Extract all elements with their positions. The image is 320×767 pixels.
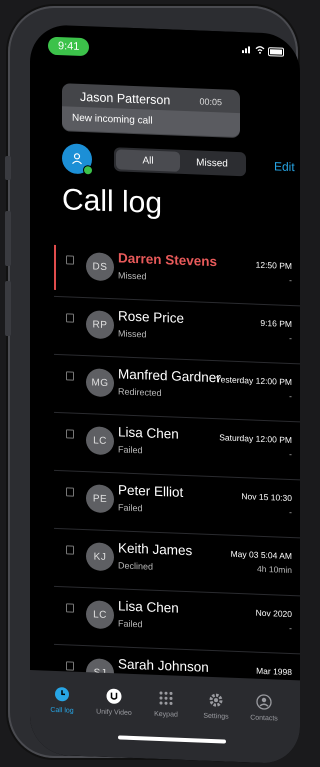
tab-settings[interactable]: Settings [194, 690, 238, 721]
contact-avatar: DS [86, 252, 114, 282]
unify-video-icon [105, 687, 123, 706]
call-row[interactable]: RP Rose Price Missed 9:16 PM - [54, 296, 300, 365]
battery-icon [268, 46, 284, 57]
banner-message: New incoming call [62, 106, 240, 138]
contact-name: Peter Elliot [118, 482, 184, 500]
status-bar: 9:41 [48, 25, 284, 66]
select-checkbox[interactable] [66, 255, 74, 265]
tab-label: Call log [50, 706, 74, 715]
tab-label: Keypad [154, 710, 178, 719]
contact-name: Rose Price [118, 308, 185, 326]
call-time: Yesterday 12:00 PM [215, 374, 292, 388]
wifi-icon [255, 46, 265, 56]
contact-avatar: LC [86, 426, 114, 456]
side-button-mute [5, 156, 11, 180]
call-time: Mar 1998 [256, 665, 292, 678]
tab-label: Contacts [250, 714, 278, 723]
call-row[interactable]: LC Lisa Chen Failed Saturday 12:00 PM - [54, 412, 300, 481]
contact-avatar: RP [86, 310, 114, 340]
status-time: 9:41 [48, 36, 90, 57]
select-checkbox[interactable] [66, 371, 74, 381]
select-checkbox[interactable] [66, 487, 74, 497]
home-indicator [118, 735, 226, 744]
contact-name: Lisa Chen [118, 598, 179, 616]
call-duration: - [289, 332, 292, 344]
call-status: Failed [118, 502, 143, 514]
call-status: Missed [118, 270, 147, 282]
contact-avatar: PE [86, 484, 114, 514]
call-status: Failed [118, 618, 143, 630]
call-time: Nov 15 10:30 [241, 491, 292, 504]
side-button-volume-up [5, 211, 11, 266]
call-row[interactable]: KJ Keith James Declined May 03 5:04 AM 4… [54, 528, 300, 597]
call-row[interactable]: LC Lisa Chen Failed Nov 2020 - [54, 586, 300, 655]
call-time: Nov 2020 [255, 607, 292, 620]
call-row[interactable]: PE Peter Elliot Failed Nov 15 10:30 - [54, 470, 300, 539]
screen: 9:41 Jason Patterson 00:05 New incoming … [30, 24, 300, 765]
signal-icon [242, 45, 252, 55]
contact-avatar: KJ [86, 542, 114, 572]
tab-call-log[interactable]: Call log [40, 684, 84, 715]
my-avatar[interactable] [62, 143, 93, 176]
tab-unify-video[interactable]: Unify Video [92, 686, 136, 717]
notch [120, 25, 240, 59]
call-status: Failed [118, 444, 143, 456]
contact-name: Keith James [118, 540, 193, 559]
banner-duration: 00:05 [199, 96, 222, 108]
call-duration: - [289, 274, 292, 286]
contact-avatar: LC [86, 600, 114, 630]
side-button-volume-down [5, 281, 11, 336]
select-checkbox[interactable] [66, 661, 74, 671]
contact-name: Lisa Chen [118, 424, 179, 442]
call-time: Saturday 12:00 PM [219, 432, 292, 446]
filter-segmented-control: All Missed [114, 147, 246, 177]
select-checkbox[interactable] [66, 603, 74, 613]
contact-avatar: MG [86, 368, 114, 398]
contact-name: Darren Stevens [118, 250, 218, 270]
tab-keypad[interactable]: Keypad [144, 688, 188, 719]
banner-caller-name: Jason Patterson [80, 89, 171, 108]
tab-bar: Call log Unify Video Keypad Settings Con… [30, 670, 300, 765]
user-icon [72, 153, 82, 165]
call-status: Declined [118, 560, 154, 572]
call-duration: - [289, 390, 292, 402]
phone-frame: 9:41 Jason Patterson 00:05 New incoming … [5, 6, 300, 765]
select-checkbox[interactable] [66, 545, 74, 555]
incoming-call-banner[interactable]: Jason Patterson 00:05 New incoming call [62, 83, 240, 139]
call-list: DS Darren Stevens Missed 12:50 PM - RP R… [54, 238, 300, 713]
clock-icon [53, 685, 71, 704]
call-row[interactable]: DS Darren Stevens Missed 12:50 PM - [54, 238, 300, 307]
call-time: 9:16 PM [260, 317, 292, 330]
tab-label: Unify Video [96, 708, 132, 717]
filter-all[interactable]: All [116, 149, 180, 172]
tab-label: Settings [203, 712, 229, 721]
status-icons [242, 45, 284, 57]
call-duration: - [289, 448, 292, 460]
keypad-icon [157, 689, 175, 708]
call-duration: - [289, 506, 292, 518]
call-row[interactable]: MG Manfred Gardner Redirected Yesterday … [54, 354, 300, 423]
contact-name: Manfred Gardner [118, 366, 221, 386]
call-status: Missed [118, 328, 147, 340]
gear-icon [207, 691, 225, 710]
call-duration: 4h 10min [257, 563, 292, 576]
call-time: 12:50 PM [255, 259, 292, 272]
contacts-icon [255, 693, 273, 712]
select-checkbox[interactable] [66, 313, 74, 323]
presence-dot [83, 165, 93, 176]
tab-contacts[interactable]: Contacts [242, 692, 286, 723]
filter-missed[interactable]: Missed [180, 152, 244, 174]
contact-name: Sarah Johnson [118, 656, 209, 675]
call-status: Redirected [118, 386, 162, 399]
page-title: Call log [62, 183, 163, 221]
edit-button[interactable]: Edit [274, 159, 295, 174]
select-checkbox[interactable] [66, 429, 74, 439]
call-time: May 03 5:04 AM [230, 548, 292, 562]
call-duration: - [289, 622, 292, 634]
